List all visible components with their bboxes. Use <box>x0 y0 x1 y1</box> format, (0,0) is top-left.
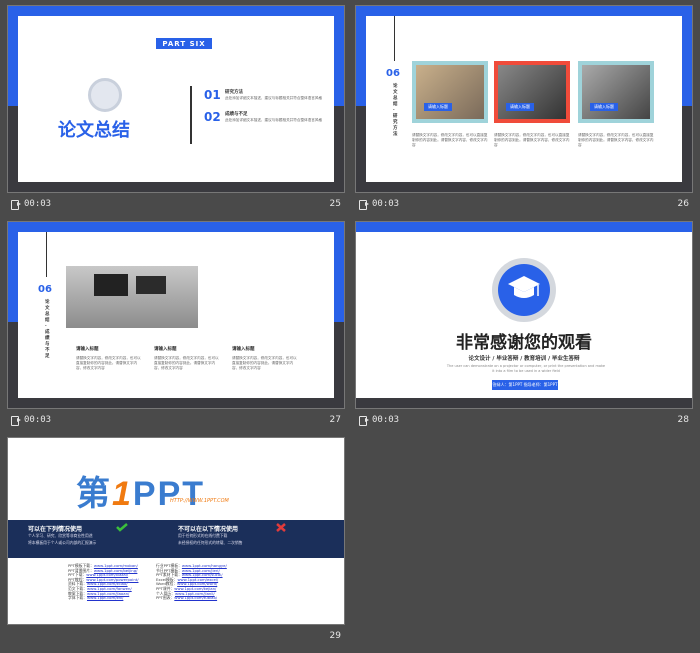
slide-meta: 29 <box>7 629 345 645</box>
slide-thumbnail-28[interactable]: 非常感谢您的观看 论文设计 / 毕业答辩 / 教育培训 / 毕业生答辩 The … <box>355 221 693 429</box>
can-use-item: 个人学习、研究、欣赏等非商业性用途 <box>28 533 93 538</box>
content-card: 06 论文总结·成绩与不足 请输入标题 请输入标题 请输入标题 请替换文字内容，… <box>18 232 334 398</box>
photo-label: 请输入标题 <box>590 103 618 111</box>
english-caption: The user can demonstrate on a projector … <box>446 364 606 373</box>
slide-number: 26 <box>677 199 689 209</box>
divider <box>46 232 47 277</box>
section-number: 06 <box>38 284 52 295</box>
slide-canvas: 非常感谢您的观看 论文设计 / 毕业答辩 / 教育培训 / 毕业生答辩 The … <box>355 221 693 409</box>
slide-canvas: 第1PPT HTTP://WWW.1PPT.COM 可以在下列情况使用 个人学习… <box>7 437 345 625</box>
cross-icon <box>276 523 286 532</box>
cannot-use-item: 未经授权的任何形式的转载、二次销售 <box>178 540 243 545</box>
content-card: 非常感谢您的观看 论文设计 / 毕业答辩 / 教育培训 / 毕业生答辩 The … <box>356 232 692 398</box>
part-label: PART SIX <box>156 38 212 49</box>
section-vertical-title: 论文总结·研究方法 <box>393 84 398 137</box>
card-text: 请替换文字内容，修改文字内容，也可以直接复制你的内容到此。请替换文字内容，修改文… <box>412 133 488 147</box>
photo-label: 请输入标题 <box>506 103 534 111</box>
photo-card: 请输入标题 <box>412 61 488 123</box>
card-text: 请替换文字内容，修改文字内容，也可以直接复制你的内容到此。请替换文字内容，修改文… <box>232 356 297 370</box>
item-number: 01 <box>204 88 221 102</box>
thanks-subtitle: 论文设计 / 毕业答辩 / 教育培训 / 毕业生答辩 <box>468 356 580 362</box>
item-heading: 研究方法 <box>225 90 243 95</box>
divider <box>190 86 192 144</box>
slide-canvas: 06 论文总结·成绩与不足 请输入标题 请输入标题 请输入标题 请替换文字内容，… <box>7 221 345 409</box>
animation-icon <box>11 200 21 210</box>
cannot-use-item: 用于任何形式的在线付费下载 <box>178 533 228 538</box>
presenter-banner: 答辩人：第1PPT 指导老师：第1PPT <box>492 380 558 390</box>
card-heading: 请输入标题 <box>76 347 99 352</box>
card-text: 请替换文字内容，修改文字内容，也可以直接复制你的内容到此。请替换文字内容，修改文… <box>154 356 219 370</box>
divider <box>394 16 395 61</box>
link-list-right: 行业PPT模板：www.1ppt.com/hangye/ 节日PPT模板：www… <box>156 563 227 601</box>
slide-thumbnail-25[interactable]: PART SIX 论文总结 01 研究方法 此处添加详细文本描述，建议与标题相关… <box>7 5 345 213</box>
cannot-use-title: 不可以在以下情况使用 <box>178 526 239 533</box>
brand-url: HTTP://WWW.1PPT.COM <box>170 498 229 504</box>
can-use-item: 将本模板用于个人或公司内部的汇报演示 <box>28 540 97 545</box>
card-text: 请替换文字内容，修改文字内容，也可以直接复制你的内容到此。请替换文字内容，修改文… <box>578 133 654 147</box>
slide-canvas: PART SIX 论文总结 01 研究方法 此处添加详细文本描述，建议与标题相关… <box>7 5 345 193</box>
desk-photo <box>66 266 198 328</box>
thanks-title: 非常感谢您的观看 <box>456 333 592 353</box>
slide-meta: 00:03 27 <box>7 413 345 429</box>
animation-icon <box>11 416 21 426</box>
can-use-title: 可以在下列情况使用 <box>28 526 83 533</box>
resource-link[interactable]: www.1ppt.com/ziti/ <box>87 595 123 600</box>
section-number: 06 <box>386 68 400 79</box>
item-number: 02 <box>204 110 221 124</box>
transition-timing: 00:03 <box>359 415 399 426</box>
link-row: PPT图表：www.1ppt.com/tubiao/ <box>156 595 218 601</box>
slide-meta: 00:03 26 <box>355 197 693 213</box>
card-heading: 请输入标题 <box>154 347 177 352</box>
item-text: 此处添加详细文本描述，建议与标题相关并符合整体语言风格 <box>225 118 323 122</box>
slide-thumbnail-29[interactable]: 第1PPT HTTP://WWW.1PPT.COM 可以在下列情况使用 个人学习… <box>7 437 345 645</box>
check-icon <box>116 523 128 532</box>
monitor-shape <box>94 274 128 296</box>
slide-canvas: 06 论文总结·研究方法 请输入标题 请输入标题 请输入标题 请替换文字内容，修… <box>355 5 693 193</box>
slide-thumbnail-26[interactable]: 06 论文总结·研究方法 请输入标题 请输入标题 请输入标题 请替换文字内容，修… <box>355 5 693 213</box>
slide-number: 25 <box>329 199 341 209</box>
brand-logo: 第1PPT <box>76 475 206 513</box>
item-heading: 成绩与不足 <box>225 112 248 117</box>
card-text: 请替换文字内容，修改文字内容，也可以直接复制你的内容到此。请替换文字内容，修改文… <box>76 356 141 370</box>
transition-timing: 00:03 <box>11 199 51 210</box>
graduate-avatar-icon <box>88 78 122 112</box>
photo-card: 请输入标题 <box>494 61 570 123</box>
usage-banner: 可以在下列情况使用 个人学习、研究、欣赏等非商业性用途 将本模板用于个人或公司内… <box>8 520 344 558</box>
monitor-shape <box>136 276 166 294</box>
slide-number: 29 <box>329 631 341 641</box>
content-card: 06 论文总结·研究方法 请输入标题 请输入标题 请输入标题 请替换文字内容，修… <box>366 16 682 182</box>
link-list-left: PPT模板下载：www.1ppt.com/moban/ PPT背景图片：www.… <box>68 563 139 601</box>
slide-number: 28 <box>677 415 689 425</box>
photo-card: 请输入标题 <box>578 61 654 123</box>
section-vertical-title: 论文总结·成绩与不足 <box>45 300 50 359</box>
card-text: 请替换文字内容，修改文字内容，也可以直接复制你的内容到此。请替换文字内容，修改文… <box>494 133 570 147</box>
transition-timing: 00:03 <box>359 199 399 210</box>
slide-thumbnail-27[interactable]: 06 论文总结·成绩与不足 请输入标题 请输入标题 请输入标题 请替换文字内容，… <box>7 221 345 429</box>
graduation-cap-icon <box>508 276 540 298</box>
card-heading: 请输入标题 <box>232 347 255 352</box>
content-card: PART SIX 论文总结 01 研究方法 此处添加详细文本描述，建议与标题相关… <box>18 16 334 182</box>
resource-link[interactable]: www.1ppt.com/tubiao/ <box>174 595 217 600</box>
animation-icon <box>359 416 369 426</box>
item-text: 此处添加详细文本描述，建议与标题相关并符合整体语言风格 <box>225 96 323 100</box>
transition-timing: 00:03 <box>11 415 51 426</box>
animation-icon <box>359 200 369 210</box>
slide-meta: 00:03 25 <box>7 197 345 213</box>
photo-label: 请输入标题 <box>424 103 452 111</box>
slide-meta: 00:03 28 <box>355 413 693 429</box>
section-title: 论文总结 <box>58 120 130 141</box>
link-row: 字体下载：www.1ppt.com/ziti/ <box>68 595 124 601</box>
slide-number: 27 <box>329 415 341 425</box>
